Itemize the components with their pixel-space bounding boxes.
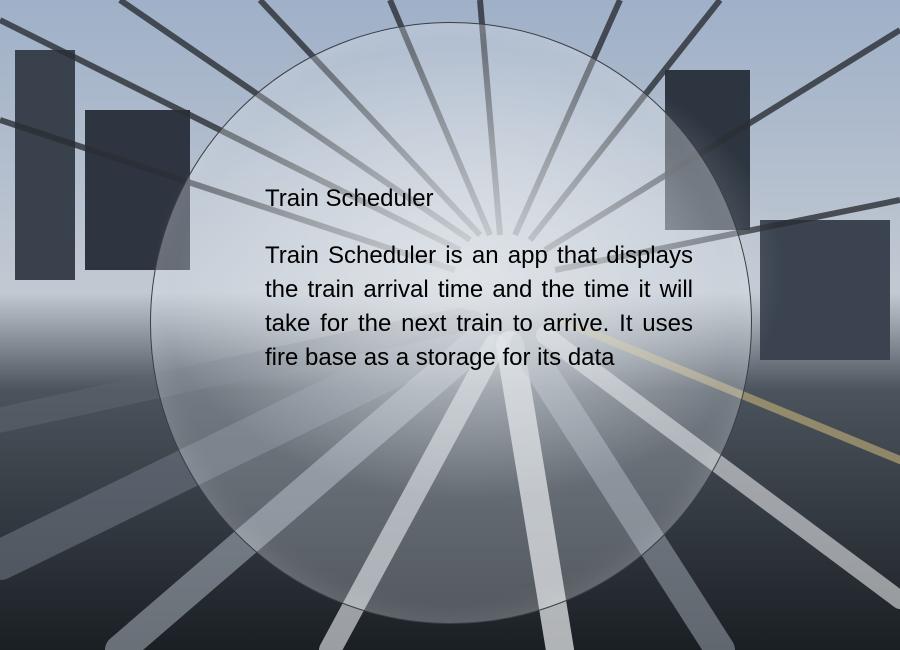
app-info: Train Scheduler Train Scheduler is an ap… [265, 183, 693, 375]
page: Train Scheduler Train Scheduler is an ap… [0, 0, 900, 650]
app-title: Train Scheduler [265, 185, 434, 212]
app-description: Train Scheduler is an app that displays … [265, 242, 693, 371]
